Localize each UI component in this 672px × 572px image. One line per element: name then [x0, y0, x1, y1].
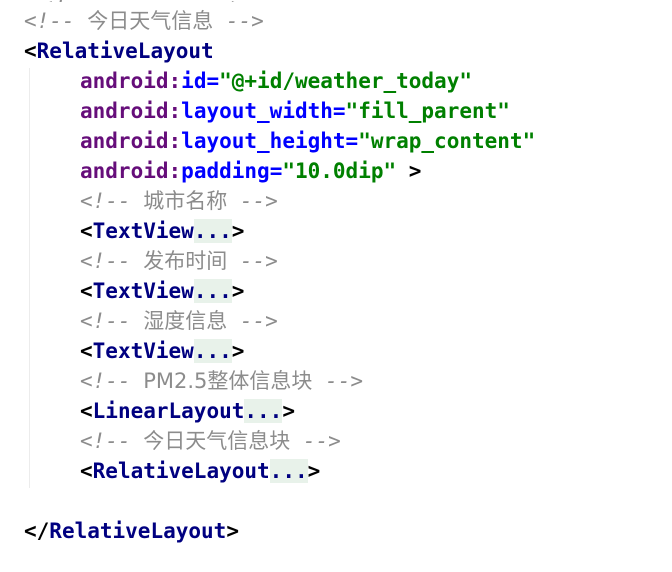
- textview-publish-time[interactable]: <TextView...>: [80, 276, 244, 306]
- comment-weather-today-block: <!-- 今日天气信息块 -->: [80, 429, 341, 453]
- attribute-id[interactable]: android:id="@+id/weather_today": [80, 66, 472, 96]
- code-editor[interactable]: <!-- ...... --> <!-- 今日天气信息 --> <Relativ…: [0, 0, 672, 572]
- indent-guide: [29, 68, 30, 488]
- relative-layout-open-tag[interactable]: <RelativeLayout: [24, 36, 214, 66]
- comment-weather-today: <!-- 今日天气信息 -->: [24, 9, 264, 33]
- linearlayout-pm25[interactable]: <LinearLayout...>: [80, 396, 295, 426]
- attribute-layout-height[interactable]: android:layout_height="wrap_content": [80, 126, 535, 156]
- previous-line-peek: <!-- ...... -->: [40, 0, 420, 2]
- attribute-padding[interactable]: android:padding="10.0dip" >: [80, 156, 421, 186]
- comment-city-name: <!-- 城市名称 -->: [80, 189, 278, 213]
- fold-marker[interactable]: ...: [193, 339, 232, 363]
- tag-name: RelativeLayout: [36, 39, 214, 63]
- comment-pm25-block: <!-- PM2.5整体信息块 -->: [80, 369, 363, 393]
- textview-humidity[interactable]: <TextView...>: [80, 336, 244, 366]
- comment-humidity: <!-- 湿度信息 -->: [80, 309, 278, 333]
- fold-marker[interactable]: ...: [193, 219, 232, 243]
- fold-marker[interactable]: ...: [244, 399, 283, 423]
- relative-layout-close-tag[interactable]: </RelativeLayout>: [24, 516, 239, 546]
- attribute-layout-width[interactable]: android:layout_width="fill_parent": [80, 96, 510, 126]
- textview-city-name[interactable]: <TextView...>: [80, 216, 244, 246]
- comment-publish-time: <!-- 发布时间 -->: [80, 249, 278, 273]
- relativelayout-weather-today-block[interactable]: <RelativeLayout...>: [80, 456, 320, 486]
- fold-marker[interactable]: ...: [193, 279, 232, 303]
- fold-marker[interactable]: ...: [269, 459, 308, 483]
